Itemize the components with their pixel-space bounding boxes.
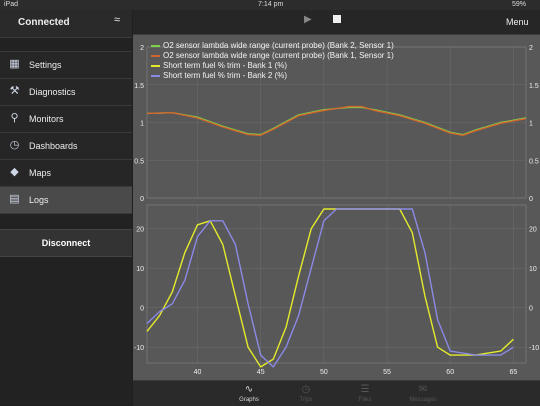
upper-y-tick-label-right: 0 <box>529 196 533 203</box>
legend-label: O2 sensor lambda wide range (current pro… <box>163 51 394 60</box>
sidebar-item-label: Diagnostics <box>29 87 76 97</box>
legend-label: Short term fuel % trim - Bank 2 (%) <box>163 71 288 80</box>
sidebar-item-dashboards[interactable]: ◷ Dashboards <box>0 133 132 160</box>
log-graph-svg: 0 0 0.5 0.5 1 1 1.5 1.5 2 2 -10 -10 0 0 10 10 20 20 40 45 50… <box>134 45 539 376</box>
lower-y-tick-label-right: 0 <box>529 306 533 313</box>
connection-status: Connected <box>18 17 70 28</box>
legend-entry: O2 sensor lambda wide range (current pro… <box>151 41 394 51</box>
x-tick-label: 60 <box>446 369 454 376</box>
settings-icon: ▦ <box>9 58 20 70</box>
sidebar-item-diagnostics[interactable]: ⚒ Diagnostics <box>0 79 132 106</box>
sidebar-item-label: Logs <box>29 195 49 205</box>
lower-series-line-0 <box>146 208 514 368</box>
play-icon[interactable]: ▶ <box>304 14 312 25</box>
status-bar: iPad 7:14 pm 59% <box>0 0 540 10</box>
logs-icon: ▤ <box>9 193 20 205</box>
lower-y-tick-label-right: 20 <box>529 227 537 234</box>
top-toolbar: ▶ Menu <box>133 10 540 35</box>
legend-entry: Short term fuel % trim - Bank 1 (%) <box>151 61 394 71</box>
clock: 7:14 pm <box>258 1 284 8</box>
sidebar-nav: ▦ Settings ⚒ Diagnostics ⚲ Monitors ◷ Da… <box>0 51 132 214</box>
wifi-icon: ≈ <box>114 14 121 26</box>
log-graph[interactable]: 0 0 0.5 0.5 1 1 1.5 1.5 2 2 -10 -10 0 0 10 10 20 20 40 45 50… <box>133 35 540 380</box>
upper-y-tick-label-right: 0.5 <box>529 158 539 165</box>
upper-y-tick-label-left: 1.5 <box>134 83 144 90</box>
lower-y-tick-label-right: 10 <box>529 266 537 273</box>
legend-swatch <box>151 55 160 57</box>
lower-series-line-1 <box>146 208 514 368</box>
legend-label: Short term fuel % trim - Bank 1 (%) <box>163 61 288 70</box>
sidebar-item-label: Dashboards <box>29 141 78 151</box>
legend-entry: Short term fuel % trim - Bank 2 (%) <box>151 71 394 81</box>
tab-messages[interactable]: ✉ Messages <box>383 381 463 406</box>
legend-swatch <box>151 45 160 47</box>
legend-entry: O2 sensor lambda wide range (current pro… <box>151 51 394 61</box>
sidebar-item-maps[interactable]: ◆ Maps <box>0 160 132 187</box>
sidebar-item-label: Settings <box>29 60 62 70</box>
gauge-icon: ◷ <box>9 139 20 151</box>
search-icon: ⚲ <box>10 112 19 124</box>
sidebar-item-logs[interactable]: ▤ Logs <box>0 187 132 214</box>
sidebar-item-monitors[interactable]: ⚲ Monitors <box>0 106 132 133</box>
upper-series-line-1 <box>146 105 527 136</box>
connection-header: Connected ≈ <box>0 10 132 38</box>
carrier-label: iPad <box>4 1 19 8</box>
sidebar-item-settings[interactable]: ▦ Settings <box>0 52 132 79</box>
upper-y-tick-label-right: 1 <box>529 121 533 128</box>
messages-icon: ✉ <box>418 384 428 395</box>
chart-legend: O2 sensor lambda wide range (current pro… <box>151 41 394 81</box>
lower-y-tick-label-right: -10 <box>529 345 539 352</box>
legend-swatch <box>151 65 160 67</box>
x-tick-label: 65 <box>509 369 517 376</box>
map-icon: ◆ <box>10 166 19 178</box>
stop-icon[interactable] <box>333 15 341 23</box>
sidebar-item-label: Maps <box>29 168 52 178</box>
x-tick-label: 40 <box>194 369 202 376</box>
x-tick-label: 45 <box>257 369 265 376</box>
menu-button[interactable]: Menu <box>506 17 529 27</box>
sidebar: Connected ≈ ▦ Settings ⚒ Diagnostics ⚲ M… <box>0 10 132 405</box>
lower-y-tick-label-left: 0 <box>140 306 144 313</box>
upper-y-tick-label-left: 0 <box>140 196 144 203</box>
upper-y-tick-label-right: 2 <box>529 45 533 52</box>
disconnect-button[interactable]: Disconnect <box>0 229 132 257</box>
sidebar-item-label: Monitors <box>29 114 64 124</box>
x-tick-label: 55 <box>383 369 391 376</box>
upper-y-tick-label-left: 1 <box>140 121 144 128</box>
upper-y-tick-label-left: 0.5 <box>134 158 144 165</box>
upper-y-tick-label-left: 2 <box>140 45 144 52</box>
bottom-tab-bar: ∿ Graphs ◷ Trips ☰ Files ✉ Messages <box>133 380 540 406</box>
battery-level: 59% <box>512 1 527 8</box>
tab-label: Messages <box>409 397 437 403</box>
wrench-icon: ⚒ <box>9 85 20 97</box>
lower-y-tick-label-left: 20 <box>136 227 144 234</box>
legend-swatch <box>151 75 160 77</box>
lower-y-tick-label-left: 10 <box>136 266 144 273</box>
x-tick-label: 50 <box>320 369 328 376</box>
lower-y-tick-label-left: -10 <box>134 345 144 352</box>
disconnect-label: Disconnect <box>41 238 91 248</box>
upper-y-tick-label-right: 1.5 <box>529 83 539 90</box>
legend-label: O2 sensor lambda wide range (current pro… <box>163 41 394 50</box>
